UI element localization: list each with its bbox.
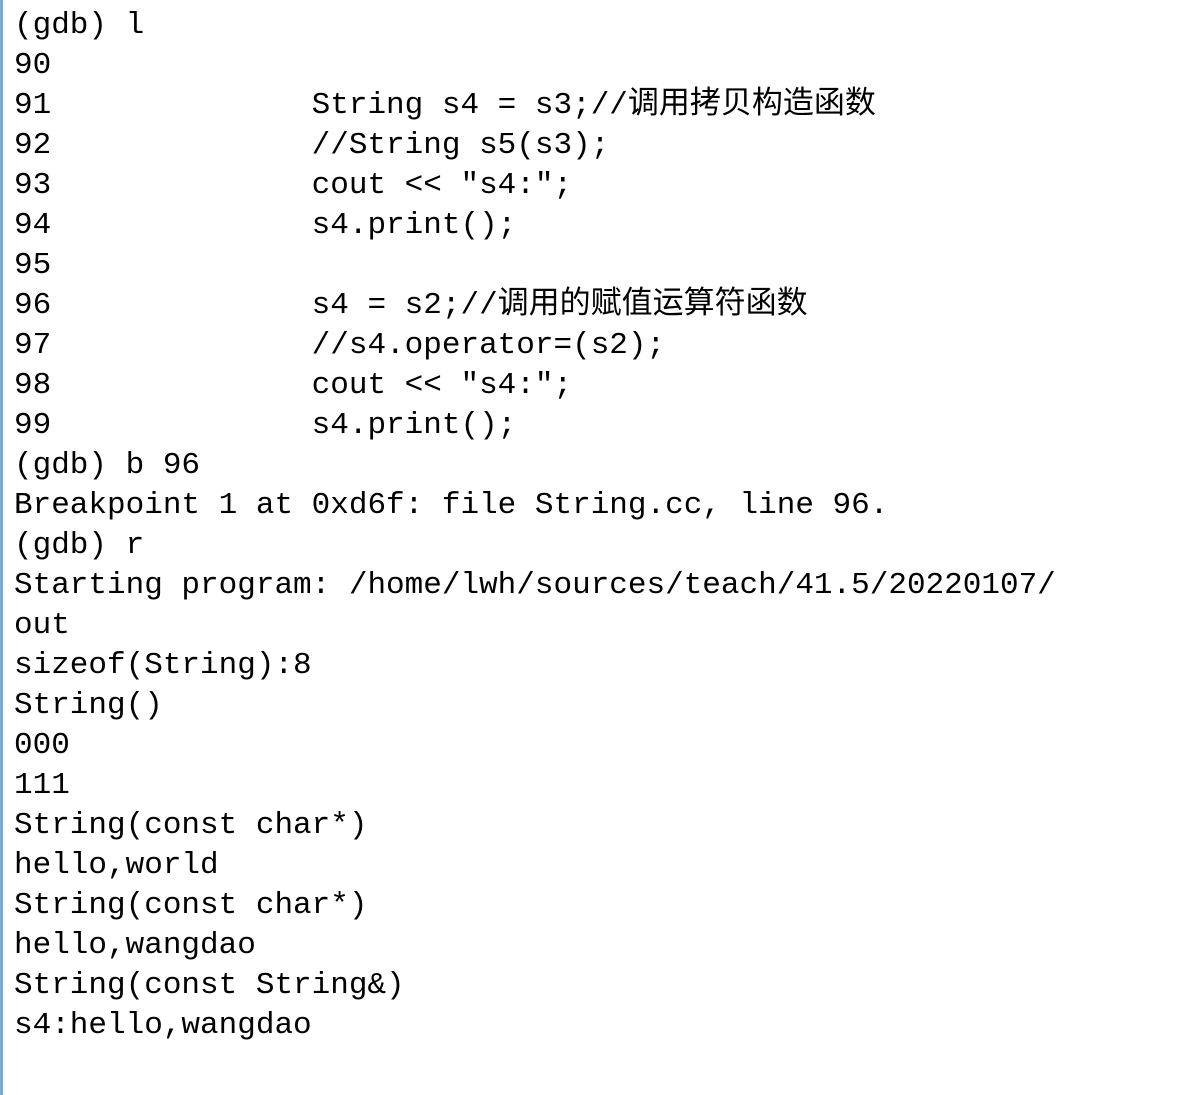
terminal-line: String(const char*) [14, 888, 368, 923]
terminal-window[interactable]: (gdb) l 90 91 String s4 = s3;//调用拷贝构造函数 … [0, 0, 1180, 1095]
terminal-line: 93 cout << "s4:"; [14, 168, 573, 203]
terminal-line: (gdb) r [14, 528, 145, 563]
terminal-line: out [14, 608, 70, 643]
terminal-line: String(const String&) [14, 968, 405, 1003]
terminal-line: 90 [14, 48, 52, 83]
terminal-line: 92 //String s5(s3); [14, 128, 610, 163]
terminal-line: (gdb) b 96 [14, 448, 201, 483]
terminal-line: (gdb) l [14, 8, 145, 43]
terminal-line: 99 s4.print(); [14, 408, 517, 443]
terminal-line: sizeof(String):8 [14, 648, 312, 683]
terminal-line: 94 s4.print(); [14, 208, 517, 243]
terminal-line: 000 [14, 728, 70, 763]
terminal-line: Breakpoint 1 at 0xd6f: file String.cc, l… [14, 488, 889, 523]
terminal-line: s4:hello,wangdao [14, 1008, 312, 1043]
terminal-line: 98 cout << "s4:"; [14, 368, 573, 403]
terminal-line: 91 String s4 = s3;//调用拷贝构造函数 [14, 88, 876, 123]
terminal-line: String(const char*) [14, 808, 368, 843]
terminal-line: 95 [14, 248, 52, 283]
terminal-line: 97 //s4.operator=(s2); [14, 328, 666, 363]
terminal-line: hello,wangdao [14, 928, 256, 963]
terminal-line: 111 [14, 768, 70, 803]
terminal-line: hello,world [14, 848, 219, 883]
terminal-line: Starting program: /home/lwh/sources/teac… [14, 568, 1056, 603]
terminal-line: String() [14, 688, 163, 723]
terminal-line: 96 s4 = s2;//调用的赋值运算符函数 [14, 288, 808, 323]
